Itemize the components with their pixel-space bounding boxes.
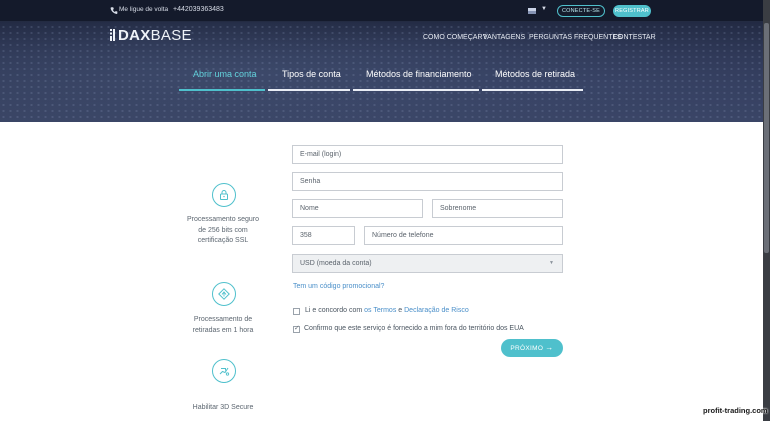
- tab-metodos-de-financiamento[interactable]: Métodos de financiamento: [366, 69, 472, 79]
- us-confirm-label: Confirmo que este serviço é fornecido a …: [304, 325, 524, 332]
- language-dropdown-icon[interactable]: ▼: [541, 6, 547, 12]
- withdrawal-icon: [212, 282, 236, 306]
- tab-underline: [268, 89, 350, 91]
- phone-icon: [110, 7, 118, 14]
- us-confirm-checkbox[interactable]: ✓: [293, 325, 300, 333]
- tab-underline: [353, 89, 479, 91]
- password-field[interactable]: Senha: [292, 172, 563, 191]
- tab-tipos-de-conta[interactable]: Tipos de conta: [282, 69, 341, 79]
- agree-terms-label: Li e concordo com os Termos e Declaração…: [305, 307, 469, 314]
- tab-metodos-de-retirada[interactable]: Métodos de retirada: [495, 69, 575, 79]
- nav-perguntas-frequentes[interactable]: PERGUNTAS FREQUENTES: [529, 34, 622, 41]
- risk-declaration-link[interactable]: Declaração de Risco: [404, 307, 469, 314]
- currency-select-value: USD (moeda da conta): [300, 260, 372, 267]
- language-flag-icon[interactable]: [528, 8, 536, 14]
- logo-text: DAXBASE: [118, 27, 192, 44]
- promo-code-link[interactable]: Tem um código promocional?: [293, 283, 384, 290]
- register-button[interactable]: REGISTRAR: [613, 5, 651, 17]
- watermark: profit-trading.com: [703, 406, 768, 415]
- nav-como-comecar[interactable]: COMO COMEÇAR?: [423, 34, 486, 41]
- next-button[interactable]: PRÓXIMO →: [501, 339, 563, 357]
- callback-link[interactable]: Me ligue de volta: [119, 6, 168, 13]
- phone-number-field[interactable]: Número de telefone: [364, 226, 563, 245]
- scrollbar-thumb[interactable]: [764, 23, 769, 253]
- logo-mark-icon: [110, 29, 115, 41]
- last-name-field[interactable]: Sobrenome: [432, 199, 563, 218]
- tab-underline-active: [179, 89, 265, 91]
- arrow-right-icon: →: [545, 343, 554, 352]
- currency-select[interactable]: USD (moeda da conta) ▼: [292, 254, 563, 273]
- nav-vantagens[interactable]: VANTAGENS: [483, 34, 525, 41]
- 3d-secure-icon: [212, 359, 236, 383]
- login-button[interactable]: CONECTE-SE: [557, 5, 605, 17]
- feature-3d-secure-text: Habilitar 3D Secure: [192, 404, 254, 411]
- tab-abrir-uma-conta[interactable]: Abrir uma conta: [193, 69, 257, 79]
- phone-number[interactable]: +442039363483: [173, 6, 224, 13]
- email-field[interactable]: E-mail (login): [292, 145, 563, 164]
- terms-link[interactable]: os Termos: [364, 307, 396, 314]
- next-button-label: PRÓXIMO: [510, 345, 544, 352]
- agree-terms-checkbox[interactable]: [293, 308, 300, 315]
- top-bar: Me ligue de volta +442039363483 ▼ CONECT…: [0, 0, 770, 22]
- feature-ssl-text: Processamento seguro de 256 bits com cer…: [187, 216, 259, 244]
- lock-icon: [212, 183, 236, 207]
- hero-header: Me ligue de volta +442039363483 ▼ CONECT…: [0, 0, 770, 122]
- tab-underline: [482, 89, 583, 91]
- nav-contestar[interactable]: CONTESTAR: [613, 34, 656, 41]
- chevron-down-icon: ▼: [549, 260, 554, 266]
- checkmark-icon: ✓: [294, 325, 300, 332]
- first-name-field[interactable]: Nome: [292, 199, 423, 218]
- country-code-field[interactable]: 358: [292, 226, 355, 245]
- feature-withdrawal-text: Processamento de retiradas em 1 hora: [192, 316, 254, 334]
